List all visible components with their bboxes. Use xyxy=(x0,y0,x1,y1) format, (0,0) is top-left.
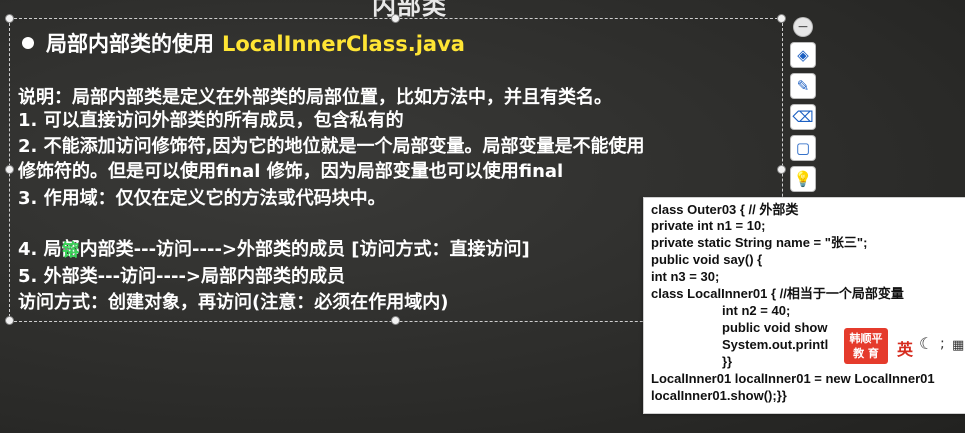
layers-icon[interactable]: ◈ xyxy=(791,43,815,67)
section-heading: 局部内部类的使用 LocalInnerClass.java xyxy=(22,28,465,58)
brand-stamp: 韩顺平 教 育 xyxy=(844,328,888,364)
code-line: localInner01.show();}} xyxy=(651,388,787,403)
code-line: int n3 = 30; xyxy=(651,269,720,284)
keyboard-icon[interactable]: ▦ xyxy=(952,338,964,353)
resize-handle-tm[interactable] xyxy=(391,14,400,23)
ime-language-toggle[interactable]: 英 xyxy=(897,336,913,360)
code-line: public void say() { xyxy=(651,252,763,267)
code-line: System.out.printl xyxy=(722,337,829,352)
line-point-4: 4. 局部内部类---访问---->外部类的成员 [访问方式：直接访问] xyxy=(18,239,530,260)
line-point-2-cont: 修饰符的。但是可以使用final 修饰，因为局部变量也可以使用final xyxy=(18,161,564,182)
stamp-line-1: 韩顺平 xyxy=(849,332,883,345)
heading-label: 局部内部类的使用 xyxy=(46,32,214,56)
code-line: class LocalInner01 { //相当于一个局部变量 xyxy=(651,286,904,301)
stamp-line-2: 教 育 xyxy=(853,347,879,360)
resize-handle-tr[interactable] xyxy=(777,14,786,23)
punctuation-toggle[interactable]: ; xyxy=(940,336,945,352)
pen-icon[interactable]: ✎ xyxy=(791,74,815,98)
heading-class-name: LocalInnerClass.java xyxy=(222,32,465,56)
frame-icon[interactable]: ▢ xyxy=(791,136,815,160)
resize-handle-mr[interactable] xyxy=(777,165,786,174)
collapse-icon[interactable]: − xyxy=(794,18,812,36)
code-line: class Outer03 { // 外部类 xyxy=(651,202,799,217)
line-point-5: 5. 外部类---访问---->局部内部类的成员 xyxy=(18,266,346,287)
line-point-1: 1. 可以直接访问外部类的所有成员，包含私有的 xyxy=(18,110,404,131)
code-line: }} xyxy=(722,354,733,369)
code-panel: class Outer03 { // 外部类 private int n1 = … xyxy=(643,197,965,414)
code-line: private int n1 = 10; xyxy=(651,218,766,233)
code-line: public void show xyxy=(722,320,828,335)
annotation-toolbar: − ◈ ✎ ⌫ ▢ 💡 xyxy=(789,18,817,198)
lightbulb-icon[interactable]: 💡 xyxy=(791,167,815,191)
code-line: private static String name = "张三"; xyxy=(651,235,868,250)
bullet-icon xyxy=(22,37,34,49)
code-line: LocalInner01 localInner01 = new LocalInn… xyxy=(651,371,935,386)
resize-handle-tl[interactable] xyxy=(5,14,14,23)
moon-icon[interactable]: ☾ xyxy=(919,334,933,353)
resize-handle-bm[interactable] xyxy=(391,316,400,325)
code-line: int n2 = 40; xyxy=(722,303,791,318)
line-point-5-cont: 访问方式：创建对象，再访问(注意：必须在作用域内) xyxy=(18,292,449,313)
line-point-3: 3. 作用域：仅仅在定义它的方法或代码块中。 xyxy=(18,188,386,209)
eraser-icon[interactable]: ⌫ xyxy=(791,105,815,129)
line-point-2: 2. 不能添加访问修饰符,因为它的地位就是一个局部变量。局部变量是不能使用 xyxy=(18,136,645,157)
cursor-mark: 镕 xyxy=(62,241,79,261)
resize-handle-ml[interactable] xyxy=(5,165,14,174)
resize-handle-bl[interactable] xyxy=(5,316,14,325)
